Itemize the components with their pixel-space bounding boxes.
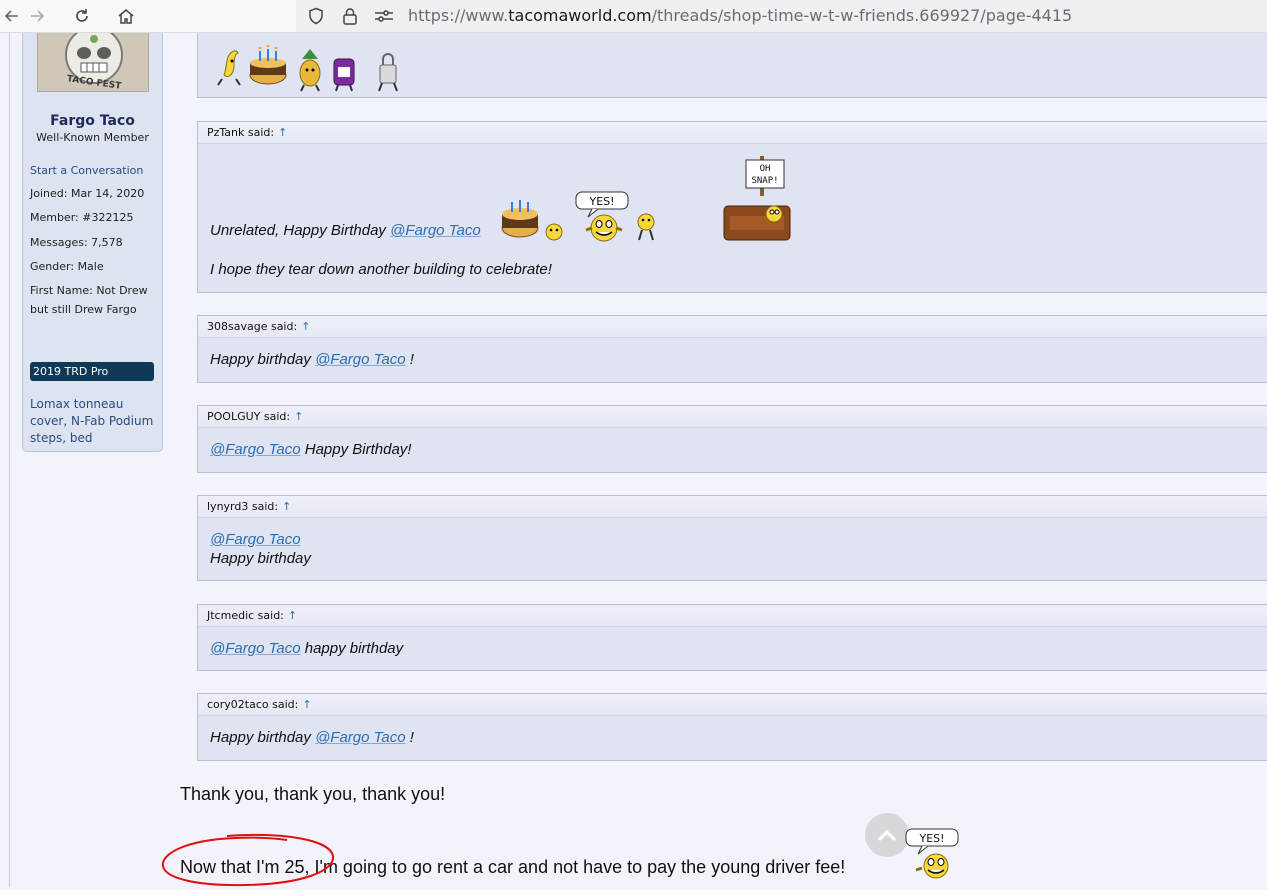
quote-text: happy birthday [300,640,404,657]
user-info-panel: TACO FEST Fargo Taco Well-Known Member S… [22,33,163,452]
stat-joined: Joined: Mar 14, 2020 [30,184,160,203]
url-prefix: https://www. [408,6,509,25]
mention-link[interactable]: @Fargo Taco [210,640,301,657]
stat-gender: Gender: Male [30,257,160,276]
lock-icon[interactable] [338,4,362,28]
quote-author[interactable]: cory02taco said: [207,698,298,711]
stat-messages: Messages: 7,578 [30,233,160,252]
quote-line: Happy birthday @Fargo Taco ! [210,729,414,746]
quote-header: 308savage said: ↑ [198,316,1267,338]
quote-author[interactable]: PzTank said: [207,126,274,139]
goto-post-arrow-icon[interactable]: ↑ [288,609,297,622]
red-annotation-circle [161,833,335,887]
quote-text: Unrelated, Happy Birthday [210,222,391,239]
stat-label: Messages: [30,236,88,249]
quote-header: lynyrd3 said: ↑ [198,496,1267,518]
stat-member: Member: #322125 [30,208,160,227]
quote-header: cory02taco said: ↑ [198,694,1267,716]
permissions-icon[interactable] [372,4,396,28]
quote-block: 308savage said: ↑ Happy birthday @Fargo T… [197,315,1267,383]
start-conversation-link[interactable]: Start a Conversation [30,164,143,177]
quote-block: Jtcmedic said: ↑ @Fargo Taco happy birthd… [197,604,1267,671]
yes-bubble-text: YES! [588,195,614,208]
quote-author[interactable]: POOLGUY said: [207,410,290,423]
quote-text: ! [405,729,414,746]
quote-author[interactable]: 308savage said: [207,320,297,333]
forward-arrow-icon[interactable] [25,4,49,28]
party-smilies-icon [217,45,398,92]
reply-line-1: Thank you, thank you, thank you! [180,784,446,804]
quote-line: Happy birthday [210,550,311,567]
chevron-up-icon [877,829,897,842]
quote-text: ! [405,351,414,368]
url-text[interactable]: https://www.tacomaworld.com/threads/shop… [408,6,1072,25]
shield-icon[interactable] [304,4,328,28]
quote-line: @Fargo Taco Happy Birthday! [210,441,411,458]
taco-fest-skull-icon: TACO FEST [38,33,148,91]
goto-post-arrow-icon[interactable]: ↑ [282,500,291,513]
stat-value: 7,578 [91,236,123,249]
browser-toolbar: https://www.tacomaworld.com/threads/shop… [0,0,1267,33]
stat-label: Joined: [30,187,68,200]
back-arrow-icon[interactable] [0,4,24,28]
user-title: Well-Known Member [36,131,149,144]
quote-text: Happy birthday [210,729,316,746]
quote-line: Happy birthday @Fargo Taco ! [210,351,414,368]
home-icon[interactable] [114,4,138,28]
reply-text: I'm going to go rent a car and not have … [309,857,846,877]
stat-value: #322125 [82,211,134,224]
quote-line: @Fargo Taco [210,531,301,548]
quote-line: @Fargo Taco happy birthday [210,640,403,657]
quote-line: I hope they tear down another building t… [210,261,552,278]
stat-first-name: First Name: Not Drew but still Drew Farg… [30,281,154,319]
yes-bubble-text: YES! [918,832,944,845]
avatar[interactable]: TACO FEST [37,33,149,92]
goto-post-arrow-icon[interactable]: ↑ [278,126,287,139]
quote-header: PzTank said: ↑ [198,122,1267,144]
url-path: /threads/shop-time-w-t-w-friends.669927/… [651,6,1073,25]
stat-label: Gender: [30,260,75,273]
quote-block: cory02taco said: ↑ Happy birthday @Fargo … [197,693,1267,761]
quote-block: lynyrd3 said: ↑ @Fargo Taco Happy birthda… [197,495,1267,581]
stat-label: Member: [30,211,79,224]
address-bar[interactable]: https://www.tacomaworld.com/threads/shop… [296,0,1267,32]
quote-block: PzTank said: ↑ Unrelated, Happy Birthday … [197,121,1267,293]
quote-text: Happy Birthday! [300,441,412,458]
mention-link[interactable]: @Fargo Taco [210,441,301,458]
mention-link[interactable]: @Fargo Taco [390,222,481,239]
quote-text: Happy birthday [210,351,316,368]
username[interactable]: Fargo Taco [23,113,162,129]
snap-text: SNAP! [751,176,778,186]
goto-post-arrow-icon[interactable]: ↑ [302,698,311,711]
quote-author[interactable]: lynyrd3 said: [207,500,278,513]
vehicle-badge[interactable]: 2019 TRD Pro [30,362,154,381]
quote-header: Jtcmedic said: ↑ [198,605,1267,627]
quote-line: Unrelated, Happy Birthday @Fargo Taco [210,222,481,239]
page-border [9,33,10,887]
oh-snap-text: OH [760,164,771,174]
mention-link[interactable]: @Fargo Taco [315,729,406,746]
quote-block: POOLGUY said: ↑ @Fargo Taco Happy Birthda… [197,405,1267,473]
goto-post-arrow-icon[interactable]: ↑ [301,320,310,333]
cake-yes-smilies-icon: YES! [501,191,655,242]
stat-label: First Name: [30,284,93,297]
goto-post-arrow-icon[interactable]: ↑ [294,410,303,423]
yes-smiley-icon: YES! [905,828,959,879]
mention-link[interactable]: @Fargo Taco [210,531,301,548]
quote-header: POOLGUY said: ↑ [198,406,1267,428]
stat-value: Male [77,260,104,273]
quote-block-partial [197,33,1267,98]
oh-snap-couch-icon: OH SNAP! [723,156,791,241]
user-signature: Lomax tonneau cover, N-Fab Podium steps,… [30,397,154,445]
mention-link[interactable]: @Fargo Taco [315,351,406,368]
stat-value: Mar 14, 2020 [70,187,145,200]
url-domain: tacomaworld.com [508,6,652,25]
quote-author[interactable]: Jtcmedic said: [207,609,284,622]
reload-icon[interactable] [70,4,94,28]
